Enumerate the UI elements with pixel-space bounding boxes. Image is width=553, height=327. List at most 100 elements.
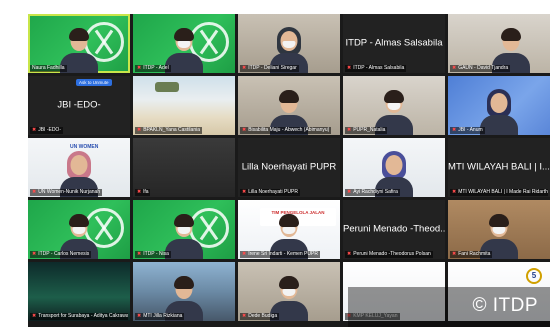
participant-name-text: Fani Rachmita [458, 251, 491, 257]
participant-name-text: Lilla Noerhayati PUPR [248, 189, 298, 195]
mic-muted-icon: ✖ [452, 127, 457, 133]
participant-name-label: ✖ ITDP - Carlos Nemesis [30, 251, 92, 258]
mic-muted-icon: ✖ [137, 189, 142, 195]
participant-name-text: ITDP - Adel [143, 65, 169, 71]
participant-name-text: ITDP - Deliani Siregar [248, 65, 297, 71]
mic-muted-icon: ✖ [347, 251, 352, 257]
participant-tile[interactable]: ✖ Dede Budiga [238, 262, 340, 321]
participant-name-text: Transport for Surabaya - Aditya Cakrawal… [38, 313, 128, 319]
participant-name-label: ✖ UN Women-Nunik Nurjanah [30, 189, 103, 196]
participant-name-text: Bisabilita Maju - Abwech (Abimanyu) [248, 127, 330, 133]
mic-muted-icon: ✖ [242, 189, 247, 195]
participant-name-text: JBI -EDO- [38, 127, 61, 133]
participant-name-text: lfa [143, 189, 149, 195]
participant-name-label: ✖ MTI WILAYAH BALI | I Made Rai Ridartha [450, 189, 548, 196]
participant-name-label: ✖ Irene Sri Indarti - Kemen PUPR [240, 251, 320, 258]
participant-name-text: UN Women-Nunik Nurjanah [38, 189, 101, 195]
mic-muted-icon: ✖ [32, 251, 37, 257]
participant-name-label: ✖ lfa [135, 189, 151, 196]
participant-tile[interactable]: MTI WILAYAH BALI | I... ✖ MTI WILAYAH BALI… [448, 138, 550, 197]
mic-muted-icon: ✖ [137, 65, 142, 71]
participant-tile[interactable]: ✖ MTI Jilla Rizkiana [133, 262, 235, 321]
participant-tile[interactable]: JBI -EDO- Ask to Unmute ✖ JBI -EDO- [28, 76, 130, 135]
participant-name-label: ✖ Lilla Noerhayati PUPR [240, 189, 300, 196]
participant-name-label: ✖ JBI -EDO- [30, 127, 63, 134]
copyright-text: © ITDP [472, 295, 538, 316]
participant-tile[interactable]: ✖ ITDP - Deliani Siregar [238, 14, 340, 73]
mic-muted-icon: ✖ [32, 313, 37, 319]
beach-hut-image [155, 82, 179, 92]
participant-name-text: MTI Jilla Rizkiana [143, 313, 183, 319]
mic-muted-icon: ✖ [242, 251, 247, 257]
participant-tile[interactable]: Peruni Menado -Theod... ✖ Peruni Menado -T… [343, 200, 445, 259]
participant-name-label: ✖ Fani Rachmita [450, 251, 493, 258]
anniversary-logo-icon: 5 [526, 268, 542, 284]
participant-name-text: Ayi Rachdiyni Safira [353, 189, 398, 195]
participant-name-text: MTI WILAYAH BALI | I Made Rai Ridartha [458, 189, 548, 195]
participant-name-text: JBI - Anum [458, 127, 483, 133]
video-gallery: Naura Fadhilla ✖ ITDP - Adel ✖ ITDP - Delian… [28, 14, 550, 327]
participant-name-text: ITDP - Nisa [143, 251, 169, 257]
participant-tile[interactable]: ITDP - Almas Salsabila ✖ ITDP - Almas Sals… [343, 14, 445, 73]
participant-name-label: ✖ ITDP - Almas Salsabila [345, 65, 407, 72]
participant-tile[interactable]: ✖ PUPR_Natalia [343, 76, 445, 135]
participant-tile[interactable]: ✖ GAUN - David Tjandra [448, 14, 550, 73]
participant-name-text: Irene Sri Indarti - Kemen PUPR [248, 251, 318, 257]
participant-tile[interactable]: ✖ lfa [133, 138, 235, 197]
mic-muted-icon: ✖ [347, 189, 352, 195]
shared-slide-text: UN WOMEN [70, 144, 99, 150]
participant-tile[interactable]: TIM PENGELOLA JALAN ✖ Irene Sri Indarti - … [238, 200, 340, 259]
participant-display-name: JBI -EDO- [57, 98, 101, 110]
participant-name-text: GAUN - David Tjandra [458, 65, 509, 71]
participant-name-label: ✖ BPAKLN_Yana Castilania [135, 127, 202, 134]
copyright-watermark: © ITDP [348, 287, 550, 327]
participant-name-label: ✖ Peruni Menado -Theodorus Polsan [345, 251, 433, 258]
participant-name-label: ✖ Transport for Surabaya - Aditya Cakrawa… [30, 313, 128, 320]
mic-muted-icon: ✖ [137, 313, 142, 319]
mic-muted-icon: ✖ [347, 127, 352, 133]
participant-display-name: Peruni Menado -Theod... [343, 222, 445, 234]
participant-display-name: Lilla Noerhayati PUPR [241, 160, 337, 172]
participant-tile[interactable]: ✖ Bisabilita Maju - Abwech (Abimanyu) [238, 76, 340, 135]
participant-tile[interactable]: ✖ BPAKLN_Yana Castilania [133, 76, 235, 135]
mic-muted-icon: ✖ [347, 65, 352, 71]
participant-tile[interactable]: UN WOMEN ✖ UN Women-Nunik Nurjanah [28, 138, 130, 197]
participant-name-label: Naura Fadhilla [30, 65, 67, 72]
participant-name-label: ✖ ITDP - Nisa [135, 251, 171, 258]
participant-grid: Naura Fadhilla ✖ ITDP - Adel ✖ ITDP - Delian… [28, 14, 550, 321]
participant-tile[interactable]: ✖ JBI - Anum [448, 76, 550, 135]
mic-muted-icon: ✖ [32, 127, 37, 133]
participant-tile[interactable]: ✖ Ayi Rachdiyni Safira [343, 138, 445, 197]
participant-name-label: ✖ Ayi Rachdiyni Safira [345, 189, 400, 196]
participant-name-text: Naura Fadhilla [32, 65, 65, 71]
participant-name-text: PUPR_Natalia [353, 127, 386, 133]
participant-video [480, 89, 518, 135]
participant-name-text: ITDP - Carlos Nemesis [38, 251, 90, 257]
participant-name-label: ✖ GAUN - David Tjandra [450, 65, 511, 72]
ask-to-unmute-button[interactable]: Ask to Unmute [76, 79, 112, 86]
mic-muted-icon: ✖ [452, 189, 457, 195]
mic-muted-icon: ✖ [452, 251, 457, 257]
participant-tile[interactable]: Lilla Noerhayati PUPR ✖ Lilla Noerhayati P… [238, 138, 340, 197]
participant-name-text: BPAKLN_Yana Castilania [143, 127, 200, 133]
participant-tile[interactable]: ✖ Fani Rachmita [448, 200, 550, 259]
participant-tile[interactable]: ✖ Transport for Surabaya - Aditya Cakrawa… [28, 262, 130, 321]
participant-tile[interactable]: ✖ ITDP - Carlos Nemesis [28, 200, 130, 259]
mic-muted-icon: ✖ [242, 127, 247, 133]
mic-muted-icon: ✖ [242, 65, 247, 71]
participant-name-label: ✖ Dede Budiga [240, 313, 280, 320]
participant-tile[interactable]: Naura Fadhilla [28, 14, 130, 73]
participant-name-text: Dede Budiga [248, 313, 278, 319]
participant-name-label: ✖ JBI - Anum [450, 127, 485, 134]
participant-name-label: ✖ ITDP - Adel [135, 65, 171, 72]
participant-tile[interactable]: ✖ ITDP - Nisa [133, 200, 235, 259]
participant-display-name: MTI WILAYAH BALI | I... [448, 160, 550, 172]
mic-muted-icon: ✖ [242, 313, 247, 319]
participant-name-label: ✖ PUPR_Natalia [345, 127, 388, 134]
mic-muted-icon: ✖ [452, 65, 457, 71]
participant-name-label: ✖ MTI Jilla Rizkiana [135, 313, 185, 320]
mic-muted-icon: ✖ [137, 251, 142, 257]
participant-tile[interactable]: ✖ ITDP - Adel [133, 14, 235, 73]
mic-muted-icon: ✖ [32, 189, 37, 195]
participant-name-label: ✖ Bisabilita Maju - Abwech (Abimanyu) [240, 127, 332, 134]
